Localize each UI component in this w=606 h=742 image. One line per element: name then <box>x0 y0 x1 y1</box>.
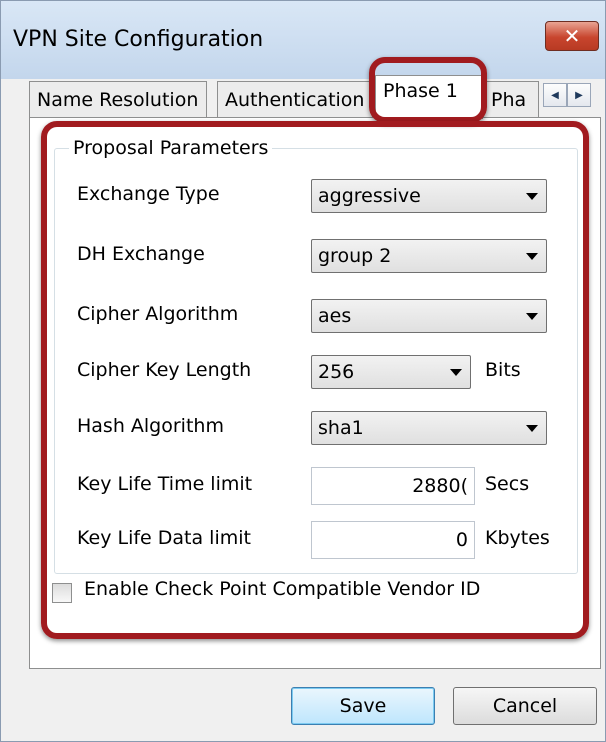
key-life-data-unit: Kbytes <box>485 527 550 549</box>
key-life-data-value: 0 <box>455 529 468 551</box>
vendor-id-label: Enable Check Point Compatible Vendor ID <box>84 578 481 600</box>
cipher-algorithm-select[interactable]: aes <box>311 299 547 333</box>
key-life-data-input[interactable]: 0 <box>311 521 475 559</box>
vendor-id-checkbox[interactable] <box>52 583 72 603</box>
exchange-type-value: aggressive <box>318 185 421 207</box>
exchange-type-select[interactable]: aggressive <box>311 179 547 213</box>
close-button[interactable]: ✕ <box>545 21 599 51</box>
tab-label: Phase 1 <box>383 80 458 102</box>
chevron-down-icon <box>450 369 462 376</box>
save-button-label: Save <box>339 695 387 717</box>
window-title: VPN Site Configuration <box>13 27 264 52</box>
cipher-algorithm-value: aes <box>318 305 352 327</box>
title-bar[interactable]: VPN Site Configuration ✕ <box>1 1 605 79</box>
dh-exchange-select[interactable]: group 2 <box>311 239 547 273</box>
phase-1-panel: Proposal Parameters Exchange Type aggres… <box>29 117 601 669</box>
key-life-time-label: Key Life Time limit <box>77 473 253 495</box>
tab-label: Authentication <box>225 89 365 111</box>
cancel-button[interactable]: Cancel <box>453 687 597 725</box>
cancel-button-label: Cancel <box>492 695 558 717</box>
cipher-algorithm-label: Cipher Algorithm <box>77 303 239 325</box>
proposal-parameters-legend: Proposal Parameters <box>69 137 273 159</box>
cipher-key-length-select[interactable]: 256 <box>311 355 471 389</box>
dh-exchange-value: group 2 <box>318 245 392 267</box>
cipher-key-length-label: Cipher Key Length <box>77 359 252 381</box>
arrow-left-icon: ◀ <box>551 89 559 101</box>
key-life-time-unit: Secs <box>485 473 530 495</box>
proposal-parameters-group: Proposal Parameters Exchange Type aggres… <box>54 137 578 574</box>
tab-name-resolution[interactable]: Name Resolution <box>29 81 207 117</box>
chevron-down-icon <box>526 313 538 320</box>
tab-phase-1[interactable]: Phase 1 <box>375 75 483 119</box>
chevron-down-icon <box>526 193 538 200</box>
tab-label: Pha <box>491 89 527 111</box>
tab-authentication[interactable]: Authentication <box>217 81 373 117</box>
tab-scroll-left-button[interactable]: ◀ <box>543 83 567 107</box>
cipher-key-length-value: 256 <box>318 361 355 383</box>
cipher-key-length-unit: Bits <box>485 359 521 381</box>
dh-exchange-label: DH Exchange <box>77 243 205 265</box>
hash-algorithm-select[interactable]: sha1 <box>311 411 547 445</box>
chevron-down-icon <box>526 253 538 260</box>
hash-algorithm-label: Hash Algorithm <box>77 415 224 437</box>
save-button[interactable]: Save <box>291 687 435 725</box>
hash-algorithm-value: sha1 <box>318 417 364 439</box>
key-life-time-value: 2880( <box>412 475 468 497</box>
tab-scroll-right-button[interactable]: ▶ <box>567 83 591 107</box>
tab-label: Name Resolution <box>37 89 199 111</box>
chevron-down-icon <box>526 425 538 432</box>
key-life-data-label: Key Life Data limit <box>77 527 251 549</box>
close-icon: ✕ <box>563 24 581 48</box>
tab-phase-2[interactable]: Pha <box>483 81 539 117</box>
exchange-type-label: Exchange Type <box>77 183 220 205</box>
arrow-right-icon: ▶ <box>575 89 583 101</box>
vpn-site-configuration-dialog: VPN Site Configuration ✕ Name Resolution… <box>0 0 606 742</box>
key-life-time-input[interactable]: 2880( <box>311 467 475 505</box>
